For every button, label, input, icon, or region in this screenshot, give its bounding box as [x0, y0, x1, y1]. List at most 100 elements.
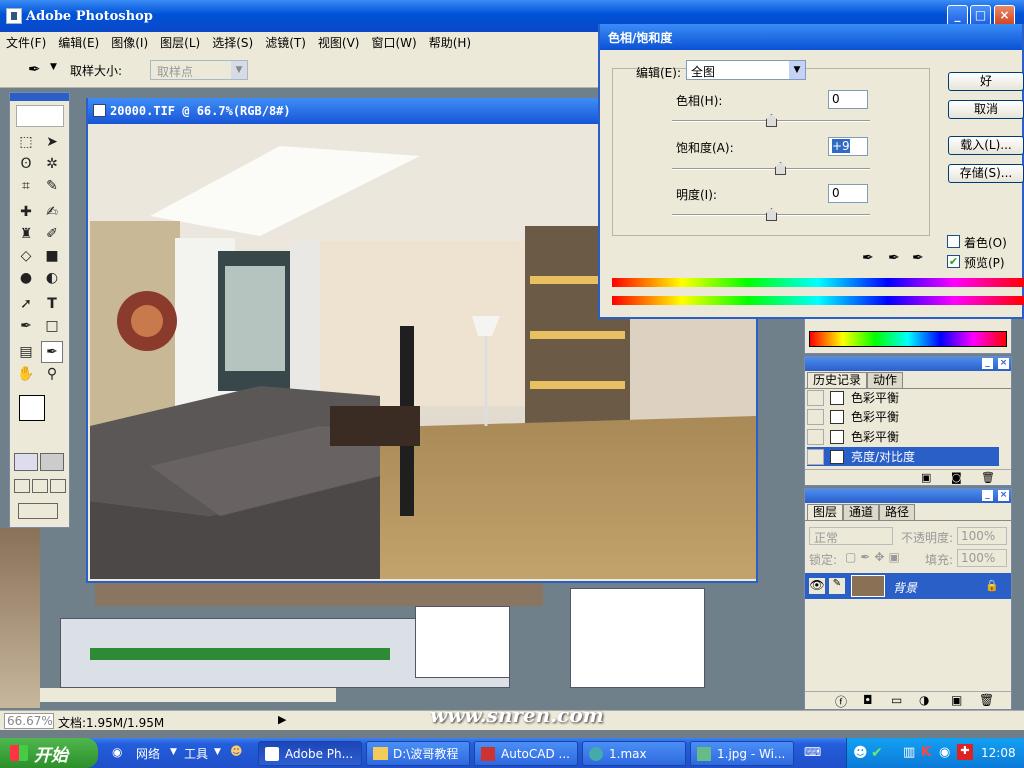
trash-icon[interactable]: 🗑: [979, 693, 994, 707]
zoom-input[interactable]: 66.67%: [4, 713, 54, 729]
load-button[interactable]: 载入(L)...: [948, 136, 1024, 155]
tab-channels[interactable]: 通道: [843, 504, 880, 520]
screen-mode-icon[interactable]: [32, 479, 48, 493]
path-select-icon[interactable]: ➚: [15, 293, 37, 315]
network-icon[interactable]: ◉: [112, 745, 122, 759]
crop-tool-icon[interactable]: ⌗: [15, 175, 37, 197]
folder-icon[interactable]: ▭: [891, 693, 902, 707]
type-tool-icon[interactable]: T: [41, 293, 63, 315]
quickmask-mode-icon[interactable]: [40, 453, 64, 471]
magic-wand-icon[interactable]: ✲: [41, 153, 63, 175]
chevron-down-icon[interactable]: ▼: [214, 747, 221, 757]
task-folder[interactable]: D:\波哥教程: [366, 741, 470, 766]
pen-tool-icon[interactable]: ✒: [15, 315, 37, 337]
imageready-jump-icon[interactable]: [18, 503, 58, 519]
eyedropper-minus-icon[interactable]: ✒: [912, 250, 924, 266]
volume-icon[interactable]: ◉: [939, 745, 950, 760]
lock-icons[interactable]: ▢✒✥▣: [845, 550, 904, 564]
preview-checkbox[interactable]: ✔: [947, 255, 960, 268]
maximize-button[interactable]: □: [970, 5, 991, 26]
new-layer-icon[interactable]: ▣: [951, 693, 962, 707]
colorize-checkbox[interactable]: [947, 235, 960, 248]
eyedropper-icon[interactable]: ✒: [862, 250, 874, 266]
menu-view[interactable]: 视图(V): [318, 34, 360, 51]
menu-window[interactable]: 窗口(W): [371, 34, 416, 51]
task-image-viewer[interactable]: 1.jpg - Wi...: [690, 741, 794, 766]
saturation-slider-track[interactable]: [672, 168, 870, 170]
dialog-titlebar[interactable]: 色相/饱和度: [600, 24, 1022, 50]
tab-paths[interactable]: 路径: [879, 504, 916, 520]
standard-mode-icon[interactable]: [14, 453, 38, 471]
qq-icon[interactable]: ☻: [230, 744, 243, 758]
saturation-input[interactable]: +9: [828, 137, 868, 156]
notes-tool-icon[interactable]: ▤: [15, 341, 37, 363]
eyedropper-tool-icon[interactable]: ✒: [41, 341, 63, 363]
shape-tool-icon[interactable]: □: [41, 315, 63, 337]
blur-tool-icon[interactable]: ●: [15, 267, 37, 289]
fill-input[interactable]: 100%: [957, 549, 1007, 567]
layer-row-background[interactable]: 👁 ✎ 背景 🔒: [805, 573, 1011, 599]
menu-select[interactable]: 选择(S): [212, 34, 253, 51]
network-tray-icon[interactable]: ▥: [903, 745, 915, 760]
snapshot-icon[interactable]: ◙: [951, 471, 962, 484]
menu-layer[interactable]: 图层(L): [160, 34, 200, 51]
tool-preset-chevron-down-icon[interactable]: ▼: [50, 62, 57, 72]
healing-brush-icon[interactable]: ✚: [15, 201, 37, 223]
save-button[interactable]: 存储(S)...: [948, 164, 1024, 183]
minimize-icon[interactable]: _: [982, 490, 993, 501]
screen-mode-icon[interactable]: [14, 479, 30, 493]
opacity-input[interactable]: 100%: [957, 527, 1007, 545]
cancel-button[interactable]: 取消: [948, 100, 1024, 119]
lightness-input[interactable]: 0: [828, 184, 868, 203]
edit-select[interactable]: 全图 ▼: [686, 60, 806, 80]
start-button[interactable]: 开始: [0, 738, 98, 768]
tab-history[interactable]: 历史记录: [807, 372, 868, 388]
close-button[interactable]: ×: [994, 5, 1015, 26]
task-3dsmax[interactable]: 1.max: [582, 741, 686, 766]
marquee-tool-icon[interactable]: ⬚: [15, 131, 37, 153]
chevron-down-icon[interactable]: ▼: [170, 747, 177, 757]
close-icon[interactable]: ×: [998, 490, 1009, 501]
slice-tool-icon[interactable]: ✎: [41, 175, 63, 197]
brush-link-icon[interactable]: ✎: [829, 578, 845, 594]
blend-mode-select[interactable]: 正常: [809, 527, 893, 545]
zoom-tool-icon[interactable]: ⚲: [41, 363, 63, 385]
close-icon[interactable]: ×: [998, 358, 1009, 369]
eye-icon[interactable]: 👁: [809, 578, 825, 594]
history-item[interactable]: 色彩平衡: [807, 427, 999, 446]
foreground-color-swatch[interactable]: [19, 395, 45, 421]
hand-tool-icon[interactable]: ✋: [15, 363, 37, 385]
menu-file[interactable]: 文件(F): [6, 34, 46, 51]
history-item[interactable]: 色彩平衡: [807, 388, 999, 407]
ok-button[interactable]: 好: [948, 72, 1024, 91]
tab-actions[interactable]: 动作: [867, 372, 904, 388]
layer-style-icon[interactable]: ⓕ: [835, 693, 847, 710]
lasso-tool-icon[interactable]: ʘ: [15, 153, 37, 175]
task-photoshop[interactable]: Adobe Ph...: [258, 741, 362, 766]
menu-help[interactable]: 帮助(H): [429, 34, 471, 51]
eyedropper-plus-icon[interactable]: ✒: [888, 250, 900, 266]
sample-size-select[interactable]: 取样点 ▼: [150, 60, 248, 80]
tab-layers[interactable]: 图层: [807, 504, 844, 520]
menu-edit[interactable]: 编辑(E): [58, 34, 99, 51]
screen-mode-icon[interactable]: [50, 479, 66, 493]
menu-filter[interactable]: 滤镜(T): [265, 34, 306, 51]
quick-network[interactable]: 网络: [136, 745, 160, 762]
status-menu-arrow-icon[interactable]: ▶: [278, 713, 286, 726]
dodge-tool-icon[interactable]: ◐: [41, 267, 63, 289]
security-icon[interactable]: ✚: [957, 744, 973, 760]
keyboard-icon[interactable]: ⌨: [804, 745, 821, 759]
quick-tools[interactable]: 工具: [184, 745, 208, 762]
eyedropper-icon[interactable]: ✒: [28, 60, 41, 78]
adjustment-layer-icon[interactable]: ◑: [919, 693, 929, 707]
color-ramp[interactable]: [809, 331, 1007, 347]
history-brush-icon[interactable]: ✐: [41, 223, 63, 245]
history-item[interactable]: 色彩平衡: [807, 407, 999, 426]
new-document-icon[interactable]: ▣: [921, 471, 931, 484]
qq-tray-icon[interactable]: ☻: [853, 745, 868, 761]
task-autocad[interactable]: AutoCAD ...: [474, 741, 578, 766]
history-item-selected[interactable]: 亮度/对比度: [807, 447, 999, 466]
clone-stamp-icon[interactable]: ♜: [15, 223, 37, 245]
hue-input[interactable]: 0: [828, 90, 868, 109]
mask-icon[interactable]: ◘: [863, 693, 873, 707]
